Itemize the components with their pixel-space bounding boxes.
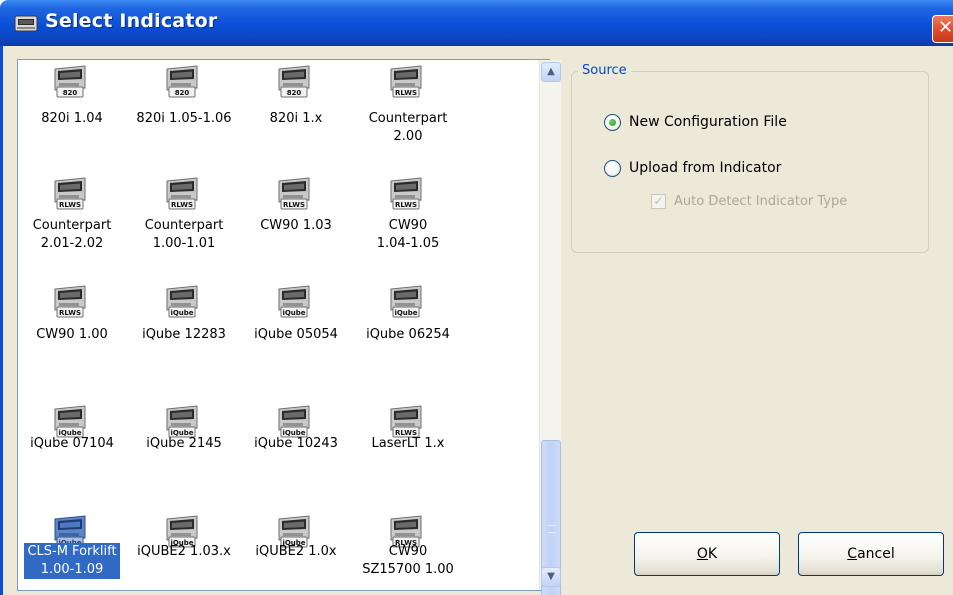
indicator-label: Counterpart 1.00-1.01 [144,218,224,251]
indicator-label: iQube 06254 [366,327,450,342]
svg-text:RLWS: RLWS [395,89,417,97]
indicator-label: iQube 10243 [254,436,338,451]
auto-detect-option[interactable]: ✓ Auto Detect Indicator Type [651,192,847,210]
indicator-device-icon: RLWS [388,176,424,210]
indicator-label: CW90 SZ15700 1.00 [362,544,454,577]
upload-radio[interactable] [604,159,621,177]
svg-text:RLWS: RLWS [59,201,81,209]
indicator-device-icon: iQube [276,404,312,438]
indicator-label: CW90 1.04-1.05 [376,218,440,251]
indicator-device-icon: 820 [52,64,88,98]
indicator-device-icon: 820 [276,64,312,98]
indicator-label: iQube 12283 [142,327,226,342]
new-config-option[interactable]: New Configuration File [604,112,787,132]
scroll-up-button[interactable]: ▲ [541,62,561,82]
cancel-label: Cancel [847,546,894,562]
svg-text:820: 820 [63,89,78,97]
chevron-up-icon: ▲ [547,66,555,77]
indicator-device-icon: RLWS [388,64,424,98]
indicator-device-icon: RLWS [276,176,312,210]
indicator-label: Counterpart 2.00 [368,111,448,144]
new-config-radio[interactable] [604,113,621,131]
indicator-device-icon: iQube [164,404,200,438]
close-icon: ✕ [938,17,953,38]
ok-button[interactable]: OK [634,532,780,576]
ok-rest: K [707,546,718,562]
auto-detect-label: Auto Detect Indicator Type [674,193,848,209]
auto-detect-checkbox[interactable]: ✓ [651,193,666,209]
indicator-label: 820i 1.x [269,111,323,126]
upload-option[interactable]: Upload from Indicator [604,158,781,178]
indicator-label: CW90 1.03 [260,218,332,233]
indicator-label: iQube 2145 [146,436,222,451]
indicator-label: 820i 1.05-1.06 [136,111,232,126]
indicator-grid: 820 820i 1.04 820 820i 1.05-1.06 820 820i 1.x… [18,60,528,590]
svg-text:RLWS: RLWS [395,201,417,209]
indicator-device-icon: 820 [164,64,200,98]
indicator-label: 820i 1.04 [41,111,103,126]
svg-text:iQube: iQube [282,309,305,317]
svg-text:iQube: iQube [394,309,417,317]
source-legend: Source [578,63,631,78]
cancel-button[interactable]: Cancel [798,532,944,576]
upload-label: Upload from Indicator [629,160,782,176]
indicator-device-icon: RLWS [52,284,88,318]
ok-mnemonic: O [696,546,708,562]
new-config-label: New Configuration File [629,114,787,130]
svg-text:820: 820 [287,89,302,97]
indicator-label: LaserLT 1.x [371,436,445,451]
close-button[interactable]: ✕ [932,15,953,43]
indicator-label: iQUBE2 1.0x [255,544,337,559]
indicator-label: Counterpart 2.01-2.02 [32,218,112,251]
indicator-app-icon [14,13,38,33]
ok-label: OK [697,546,717,562]
grip-icon [548,525,556,533]
cancel-rest: ancel [857,546,895,562]
chevron-down-icon: ▼ [547,571,555,582]
indicator-label: CLS-M Forklift 1.00-1.09 [24,543,120,579]
scroll-down-button[interactable]: ▼ [541,567,561,587]
svg-text:820: 820 [175,89,190,97]
indicator-device-icon: iQube [276,284,312,318]
cancel-mnemonic: C [847,546,858,562]
window-title: Select Indicator [45,10,218,32]
svg-text:RLWS: RLWS [59,309,81,317]
indicator-device-icon: RLWS [164,176,200,210]
indicator-label: iQube 05054 [254,327,338,342]
indicator-label: CW90 1.00 [36,327,108,342]
svg-text:RLWS: RLWS [171,201,193,209]
svg-text:RLWS: RLWS [283,201,305,209]
vertical-scrollbar[interactable]: ▲ ▼ [539,60,561,595]
indicator-device-icon: RLWS [52,176,88,210]
indicator-device-icon: iQube [52,404,88,438]
indicator-list[interactable]: 820 820i 1.04 820 820i 1.05-1.06 820 820i 1.x… [17,59,561,595]
indicator-label: iQUBE2 1.03.x [137,544,231,559]
indicator-device-icon: iQube [388,284,424,318]
indicator-label: iQube 07104 [30,436,114,451]
indicator-device-icon: iQube [164,284,200,318]
title-bar[interactable]: Select Indicator ✕ [0,0,953,46]
svg-text:iQube: iQube [170,309,193,317]
indicator-device-icon: RLWS [388,404,424,438]
